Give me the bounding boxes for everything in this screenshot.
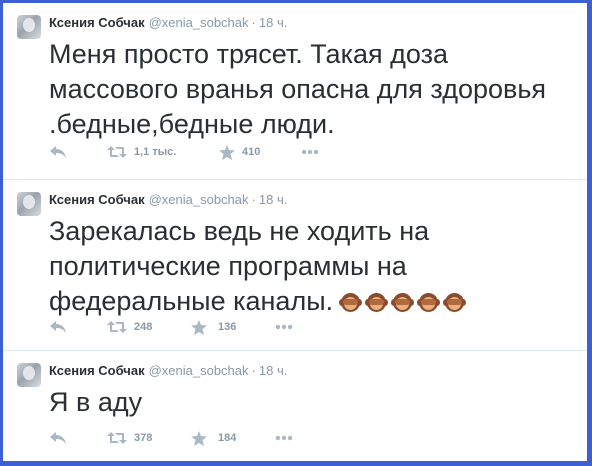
tweet-header: Ксения Собчак @xenia_sobchak · 18 ч.: [49, 14, 287, 32]
tweet-actions: 378 184: [49, 428, 349, 448]
tweet-header: Ксения Собчак @xenia_sobchak · 18 ч.: [49, 191, 287, 209]
author-name[interactable]: Ксения Собчак: [49, 363, 145, 378]
avatar[interactable]: [17, 192, 41, 216]
tweet-text-line: политические программы на: [49, 251, 407, 281]
retweet-icon: [107, 321, 127, 333]
see-no-evil-monkey-icon: [417, 291, 441, 314]
reply-icon: [50, 432, 66, 444]
tweet-text: Зарекалась ведь не ходить на политически…: [49, 214, 569, 323]
separator: ·: [251, 363, 256, 378]
tweet-text-line: Меня просто трясет. Такая доза: [49, 39, 448, 69]
more-icon: [275, 435, 293, 441]
timestamp[interactable]: 18 ч.: [259, 192, 287, 207]
star-icon: [219, 145, 235, 160]
author-handle[interactable]: @xenia_sobchak: [149, 15, 249, 30]
separator: ·: [251, 15, 256, 30]
tweet-text-line: .бедные,бедные люди.: [49, 109, 335, 139]
tweet-actions: 248 136: [49, 317, 349, 337]
author-handle[interactable]: @xenia_sobchak: [149, 363, 249, 378]
reply-icon: [50, 146, 66, 158]
tweet-text-line: Я в аду: [49, 387, 143, 417]
retweet-count: 378: [134, 432, 153, 444]
tweet-header: Ксения Собчак @xenia_sobchak · 18 ч.: [49, 362, 287, 380]
emoji-group: [339, 288, 469, 323]
tweet-text-line: Зарекалась ведь не ходить на: [49, 216, 430, 246]
tweet-2[interactable]: Ксения Собчак @xenia_sobchak · 18 ч. Зарека…: [3, 180, 587, 351]
tweet-text: Меня просто трясет. Такая доза массового…: [49, 37, 569, 142]
see-no-evil-monkey-icon: [391, 291, 415, 314]
tweet-1[interactable]: Ксения Собчак @xenia_sobchak · 18 ч. Меня п…: [3, 3, 587, 180]
author-name[interactable]: Ксения Собчак: [49, 15, 145, 30]
see-no-evil-monkey-icon: [443, 291, 467, 314]
retweet-icon: [107, 432, 127, 444]
tweet-text-line: федеральные каналы.: [49, 286, 334, 316]
see-no-evil-monkey-icon: [339, 291, 363, 314]
favorite-count: 410: [242, 146, 261, 158]
tweet-text: Я в аду: [49, 385, 569, 420]
timestamp[interactable]: 18 ч.: [259, 15, 287, 30]
author-name[interactable]: Ксения Собчак: [49, 192, 145, 207]
tweet-actions: 1,1 тыс. 410: [49, 142, 349, 162]
more-icon: [301, 149, 319, 155]
retweet-icon: [107, 146, 127, 158]
author-handle[interactable]: @xenia_sobchak: [149, 192, 249, 207]
retweet-count: 248: [134, 321, 153, 333]
timeline: Ксения Собчак @xenia_sobchak · 18 ч. Меня п…: [3, 3, 587, 461]
avatar[interactable]: [17, 363, 41, 387]
star-icon: [191, 320, 207, 335]
reply-icon: [50, 321, 66, 333]
tweet-text-line: массового вранья опасна для здоровья: [49, 74, 547, 104]
retweet-count: 1,1 тыс.: [134, 146, 177, 158]
more-icon: [275, 324, 293, 330]
star-icon: [191, 431, 207, 446]
favorite-count: 184: [218, 432, 237, 444]
tweet-3[interactable]: Ксения Собчак @xenia_sobchak · 18 ч. Я в ад…: [3, 351, 587, 461]
timestamp[interactable]: 18 ч.: [259, 363, 287, 378]
separator: ·: [251, 192, 256, 207]
favorite-count: 136: [218, 321, 237, 333]
avatar[interactable]: [17, 15, 41, 39]
see-no-evil-monkey-icon: [365, 291, 389, 314]
